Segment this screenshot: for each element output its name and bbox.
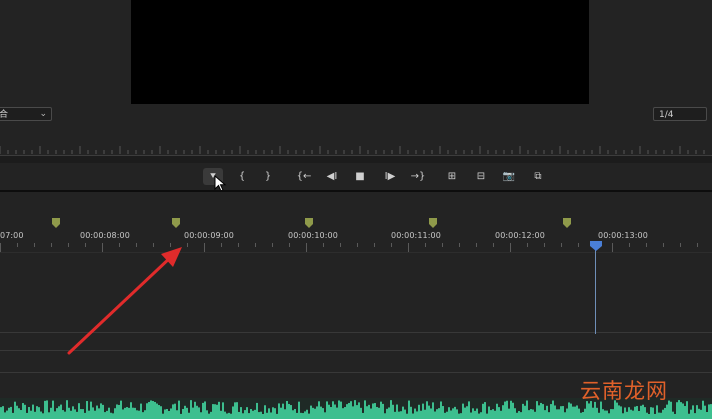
timecode-label: 00:00:08:00 bbox=[80, 231, 130, 240]
go-to-in-button[interactable]: {← bbox=[294, 168, 314, 185]
fit-dropdown[interactable]: 合 ⌄ bbox=[0, 107, 52, 121]
lift-icon: ⊞ bbox=[447, 171, 457, 182]
timecode-label: 00:00:13:00 bbox=[598, 231, 648, 240]
monitor-scrollbar[interactable] bbox=[0, 156, 712, 163]
resolution-dropdown-value: 1/4 bbox=[659, 110, 674, 120]
step-forward-icon: I▶ bbox=[384, 171, 396, 182]
step-back-icon: ◀I bbox=[326, 171, 338, 182]
annotation-arrow bbox=[67, 247, 182, 355]
timeline-marker-icon[interactable] bbox=[305, 218, 313, 228]
timecode-label: 07:00 bbox=[0, 231, 24, 240]
export-frame-icon: 📷 bbox=[502, 171, 516, 182]
stop-icon: ■ bbox=[355, 171, 365, 182]
monitor-time-ruler[interactable] bbox=[0, 134, 712, 156]
fit-dropdown-value: 合 bbox=[0, 110, 9, 120]
stop-button[interactable]: ■ bbox=[350, 168, 370, 185]
timecode-label: 00:00:11:00 bbox=[391, 231, 441, 240]
extract-icon: ⊟ bbox=[476, 171, 486, 182]
mark-out-button[interactable]: } bbox=[258, 168, 278, 185]
comparison-view-button[interactable]: ⧉ bbox=[528, 168, 548, 185]
timecode-label: 00:00:12:00 bbox=[495, 231, 545, 240]
resolution-dropdown[interactable]: 1/4 bbox=[653, 107, 707, 121]
timeline-marker-icon[interactable] bbox=[52, 218, 60, 228]
watermark-text: 云南龙网 bbox=[580, 379, 668, 403]
export-frame-button[interactable]: 📷 bbox=[499, 168, 519, 185]
timecode-label: 00:00:10:00 bbox=[288, 231, 338, 240]
track-divider bbox=[0, 372, 712, 373]
timecode-label: 00:00:09:00 bbox=[184, 231, 234, 240]
playhead-handle[interactable] bbox=[590, 241, 602, 251]
go-to-in-icon: {← bbox=[296, 171, 312, 182]
extract-button[interactable]: ⊟ bbox=[471, 168, 491, 185]
chevron-down-icon: ⌄ bbox=[39, 109, 47, 119]
lift-button[interactable]: ⊞ bbox=[442, 168, 462, 185]
mark-in-icon: { bbox=[238, 171, 246, 182]
mark-in-button[interactable]: { bbox=[232, 168, 252, 185]
mark-out-icon: } bbox=[264, 171, 272, 182]
timeline-marker-icon[interactable] bbox=[429, 218, 437, 228]
timeline-marker-icon[interactable] bbox=[563, 218, 571, 228]
video-preview[interactable] bbox=[131, 0, 589, 104]
step-forward-button[interactable]: I▶ bbox=[380, 168, 400, 185]
step-back-button[interactable]: ◀I bbox=[322, 168, 342, 185]
playhead-line[interactable] bbox=[595, 246, 596, 334]
comparison-view-icon: ⧉ bbox=[534, 171, 542, 182]
timeline-marker-icon[interactable] bbox=[172, 218, 180, 228]
go-to-out-icon: →} bbox=[410, 171, 426, 182]
go-to-out-button[interactable]: →} bbox=[408, 168, 428, 185]
